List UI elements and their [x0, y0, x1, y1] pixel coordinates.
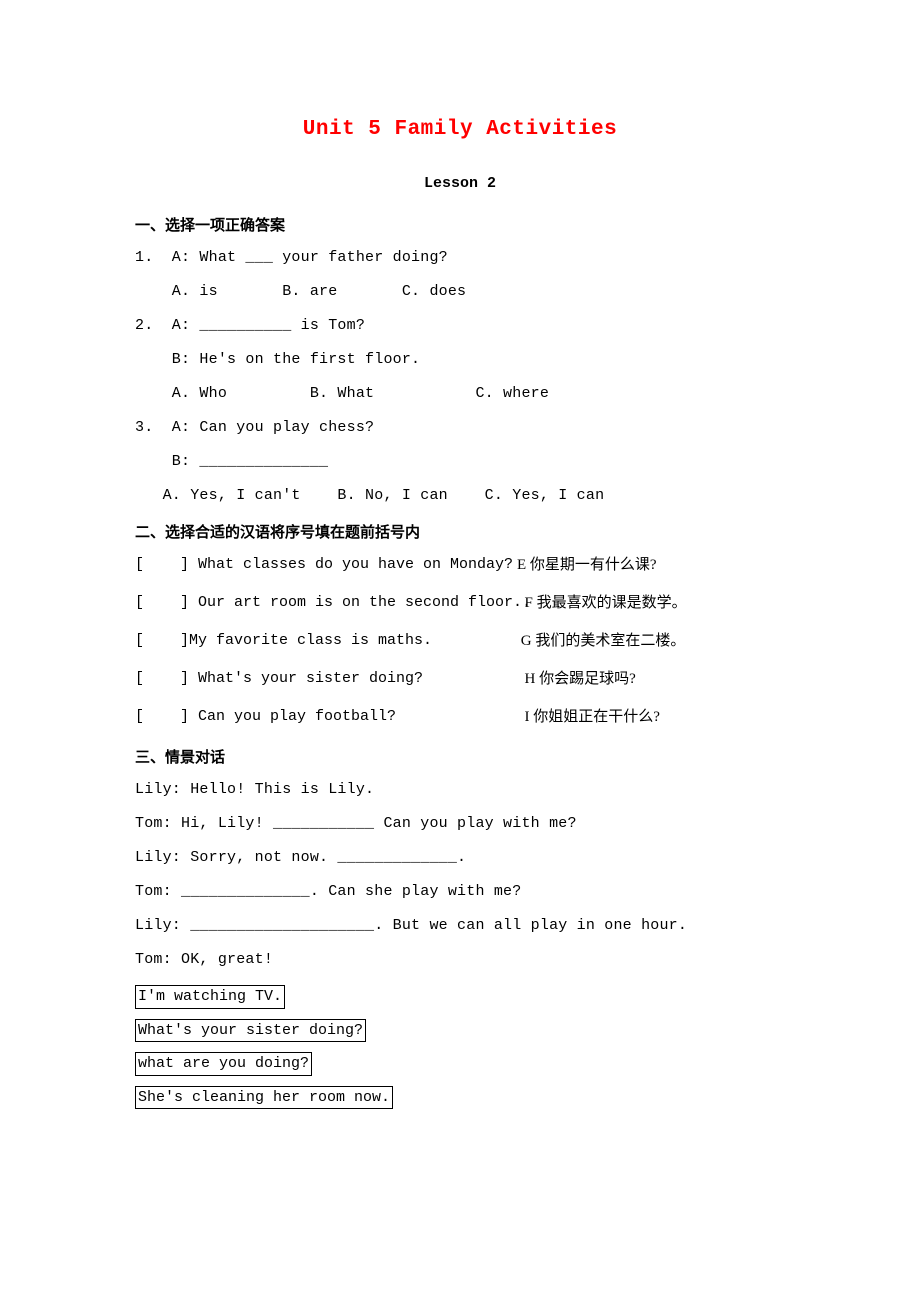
match-left: [ ] Our art room is on the second floor.…: [135, 594, 517, 612]
answer-bank-row: I'm watching TV.: [135, 985, 785, 1015]
dialog-line: Tom: OK, great!: [135, 951, 785, 969]
match-row: [ ] What classes do you have on Monday? …: [135, 556, 785, 574]
page-title: Unit 5 Family Activities: [135, 118, 785, 141]
answer-bank-row: what are you doing?: [135, 1052, 785, 1082]
page-subtitle: Lesson 2: [135, 175, 785, 192]
q2-context: B: He's on the first floor.: [135, 351, 785, 369]
match-right: H 你会踢足球吗?: [517, 670, 636, 688]
answer-bank-row: What's your sister doing?: [135, 1019, 785, 1049]
section-3-heading: 三、情景对话: [135, 746, 785, 767]
dialog-line: Tom: ______________. Can she play with m…: [135, 883, 785, 901]
match-row: [ ] Can you play football? I 你姐姐正在干什么?: [135, 708, 785, 726]
match-row: [ ]My favorite class is maths. G 我们的美术室在…: [135, 632, 785, 650]
match-left: [ ] What classes do you have on Monday?: [135, 556, 517, 574]
match-left: [ ] What's your sister doing?: [135, 670, 517, 688]
match-row: [ ] What's your sister doing? H 你会踢足球吗?: [135, 670, 785, 688]
answer-bank-item: what are you doing?: [135, 1052, 312, 1076]
section-1-heading: 一、选择一项正确答案: [135, 214, 785, 235]
match-right: F 我最喜欢的课是数学。: [517, 594, 687, 612]
dialog-line: Lily: Hello! This is Lily.: [135, 781, 785, 799]
match-left: [ ]My favorite class is maths.: [135, 632, 517, 650]
answer-bank-item: What's your sister doing?: [135, 1019, 366, 1043]
answer-bank-item: She's cleaning her room now.: [135, 1086, 393, 1110]
dialog-line: Lily: Sorry, not now. _____________.: [135, 849, 785, 867]
answer-bank-row: She's cleaning her room now.: [135, 1086, 785, 1116]
dialog-line: Lily: ____________________. But we can a…: [135, 917, 785, 935]
q3-choices: A. Yes, I can't B. No, I can C. Yes, I c…: [135, 487, 785, 505]
dialog-line: Tom: Hi, Lily! ___________ Can you play …: [135, 815, 785, 833]
match-right: G 我们的美术室在二楼。: [517, 632, 685, 650]
q3-context: B: ______________: [135, 453, 785, 471]
q3-prompt: 3. A: Can you play chess?: [135, 419, 785, 437]
q1-choices: A. is B. are C. does: [135, 283, 785, 301]
match-right: E 你星期一有什么课?: [517, 556, 657, 574]
section-2-heading: 二、选择合适的汉语将序号填在题前括号内: [135, 521, 785, 542]
match-right: I 你姐姐正在干什么?: [517, 708, 660, 726]
q2-prompt: 2. A: __________ is Tom?: [135, 317, 785, 335]
match-left: [ ] Can you play football?: [135, 708, 517, 726]
match-row: [ ] Our art room is on the second floor.…: [135, 594, 785, 612]
document-page: Unit 5 Family Activities Lesson 2 一、选择一项…: [0, 0, 920, 1219]
q1-prompt: 1. A: What ___ your father doing?: [135, 249, 785, 267]
answer-bank-item: I'm watching TV.: [135, 985, 285, 1009]
q2-choices: A. Who B. What C. where: [135, 385, 785, 403]
